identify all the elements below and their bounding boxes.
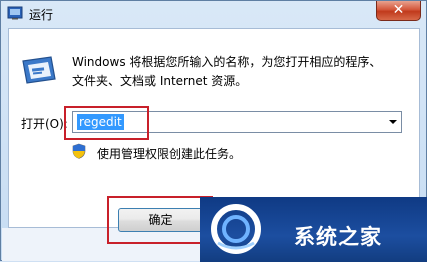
run-dialog-icon bbox=[22, 56, 56, 84]
watermark-text: 系统之家 bbox=[294, 225, 382, 249]
admin-privilege-note: 使用管理权限创建此任务。 bbox=[97, 147, 242, 161]
window-title: 运行 bbox=[29, 8, 54, 22]
title-bar[interactable]: 运行 ✕ bbox=[1, 1, 426, 27]
instructions-text: Windows 将根据您所输入的名称，为您打开相应的程序、 文件夹、文档或 In… bbox=[72, 53, 412, 91]
ok-highlight-box bbox=[107, 196, 213, 244]
close-button[interactable]: ✕ bbox=[376, 1, 421, 21]
open-label: 打开(O): bbox=[21, 117, 68, 131]
input-highlight-box bbox=[64, 106, 149, 140]
chevron-down-icon[interactable] bbox=[389, 120, 397, 124]
instructions-line-2: 文件夹、文档或 Internet 资源。 bbox=[72, 74, 248, 88]
close-icon: ✕ bbox=[392, 2, 405, 18]
uac-shield-icon bbox=[72, 143, 86, 159]
watermark-logo-icon bbox=[211, 204, 261, 254]
instructions-line-1: Windows 将根据您所输入的名称，为您打开相应的程序、 bbox=[72, 55, 382, 69]
run-app-icon bbox=[7, 6, 23, 20]
watermark-banner: 系统之家 bbox=[200, 197, 427, 262]
run-dialog-window: 运行 ✕ Windows 将根据您所输入的名称，为您打开相应的程序、 文件夹、文… bbox=[0, 0, 427, 262]
